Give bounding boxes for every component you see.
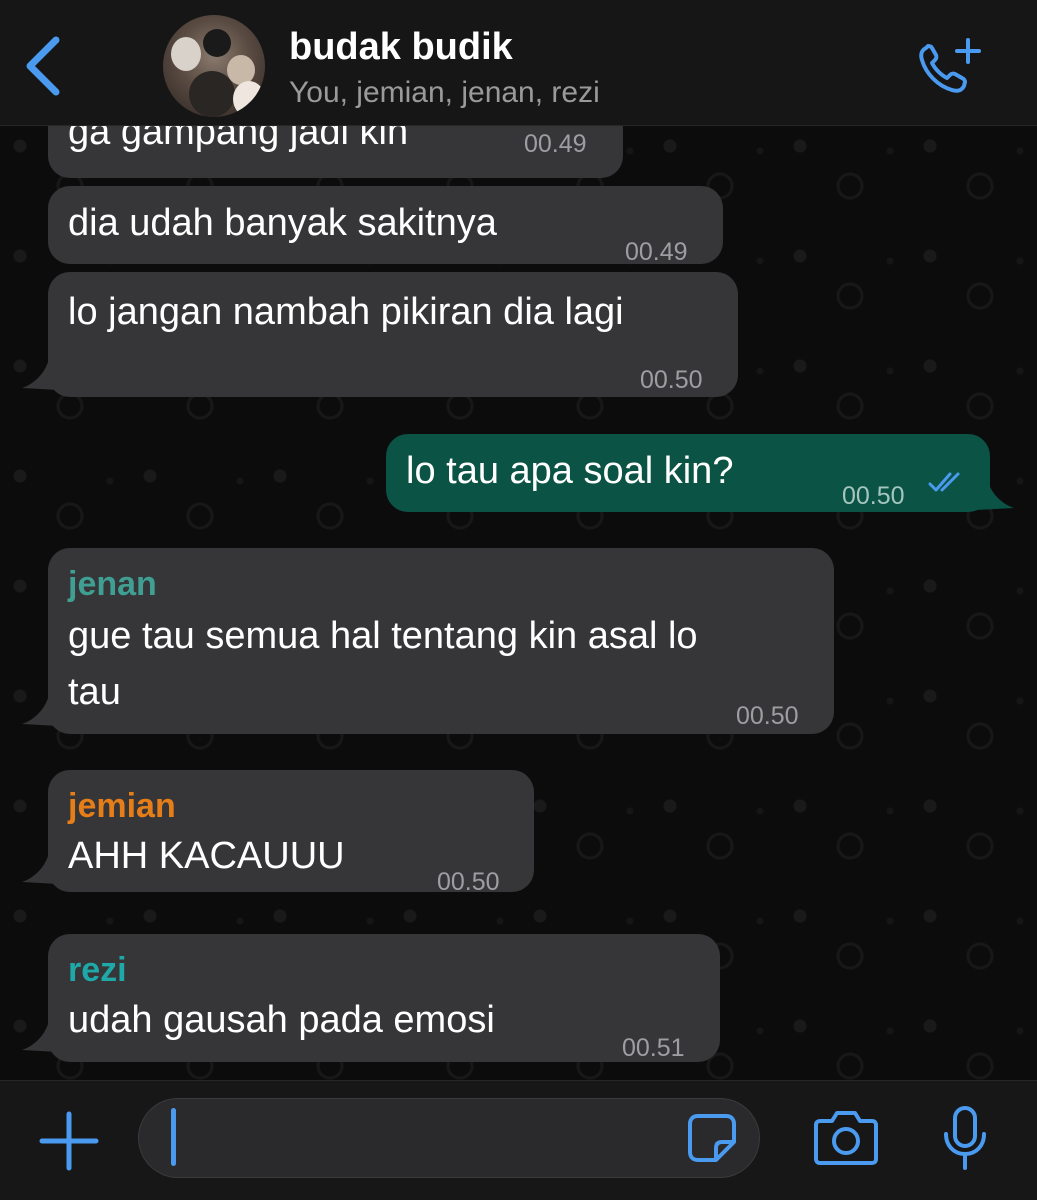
chevron-left-icon [26, 36, 60, 96]
chat-area[interactable]: ga gampang jadi kin 00.49 dia udah banya… [0, 126, 1037, 1080]
message-bubble[interactable]: ga gampang jadi kin 00.49 [48, 126, 623, 178]
chat-participants[interactable]: You, jemian, jenan, rezi [289, 76, 600, 110]
attach-button[interactable] [38, 1110, 100, 1172]
phone-plus-icon [919, 38, 981, 93]
message-bubble-outgoing[interactable]: lo tau apa soal kin? 00.50 [386, 434, 990, 512]
sender-name[interactable]: rezi [68, 942, 127, 998]
plus-icon [39, 1111, 99, 1171]
bubble-tail [22, 698, 58, 726]
back-button[interactable] [18, 30, 68, 100]
sticker-icon [688, 1114, 736, 1162]
read-receipt-icon [928, 472, 960, 492]
bubble-tail [22, 856, 58, 884]
sticker-button[interactable] [686, 1112, 738, 1164]
message-time: 00.51 [622, 1034, 685, 1062]
message-time: 00.50 [842, 482, 905, 510]
message-time: 00.50 [640, 366, 703, 394]
message-text: ga gampang jadi kin [68, 126, 409, 153]
text-caret [171, 1108, 176, 1166]
message-text: AHH KACAUUU [68, 835, 345, 877]
sender-name[interactable]: jemian [68, 778, 176, 834]
message-text: dia udah banyak sakitnya [68, 202, 497, 244]
message-bubble[interactable]: jenan gue tau semua hal tentang kin asal… [48, 548, 834, 734]
message-text: lo jangan nambah pikiran dia lagi [68, 291, 624, 333]
message-bubble[interactable]: dia udah banyak sakitnya 00.49 [48, 186, 723, 266]
chat-title[interactable]: budak budik [289, 26, 513, 69]
message-time: 00.49 [524, 130, 587, 158]
message-text: udah gausah pada emosi [68, 999, 495, 1041]
microphone-icon [944, 1106, 986, 1170]
message-bubble[interactable]: jemian AHH KACAUUU 00.50 [48, 770, 534, 896]
message-text: tau [68, 671, 121, 713]
message-bubble[interactable]: rezi udah gausah pada emosi 00.51 [48, 934, 720, 1062]
add-call-button[interactable] [914, 36, 984, 98]
group-avatar[interactable] [163, 15, 265, 117]
message-time: 00.50 [437, 868, 500, 896]
message-input[interactable] [138, 1098, 760, 1178]
message-text: gue tau semua hal tentang kin asal lo [68, 615, 698, 657]
sender-name[interactable]: jenan [68, 556, 157, 612]
message-text: lo tau apa soal kin? [406, 450, 734, 492]
bubble-tail [22, 362, 58, 390]
message-time: 00.50 [736, 702, 799, 730]
bubble-tail [22, 1024, 58, 1052]
chat-header: budak budik You, jemian, jenan, rezi [0, 0, 1037, 126]
message-bubble[interactable]: lo jangan nambah pikiran dia lagi 00.50 [48, 272, 738, 397]
camera-icon [814, 1111, 878, 1165]
bubble-tail [976, 482, 1014, 510]
voice-message-button[interactable] [940, 1104, 990, 1174]
camera-button[interactable] [812, 1107, 880, 1169]
